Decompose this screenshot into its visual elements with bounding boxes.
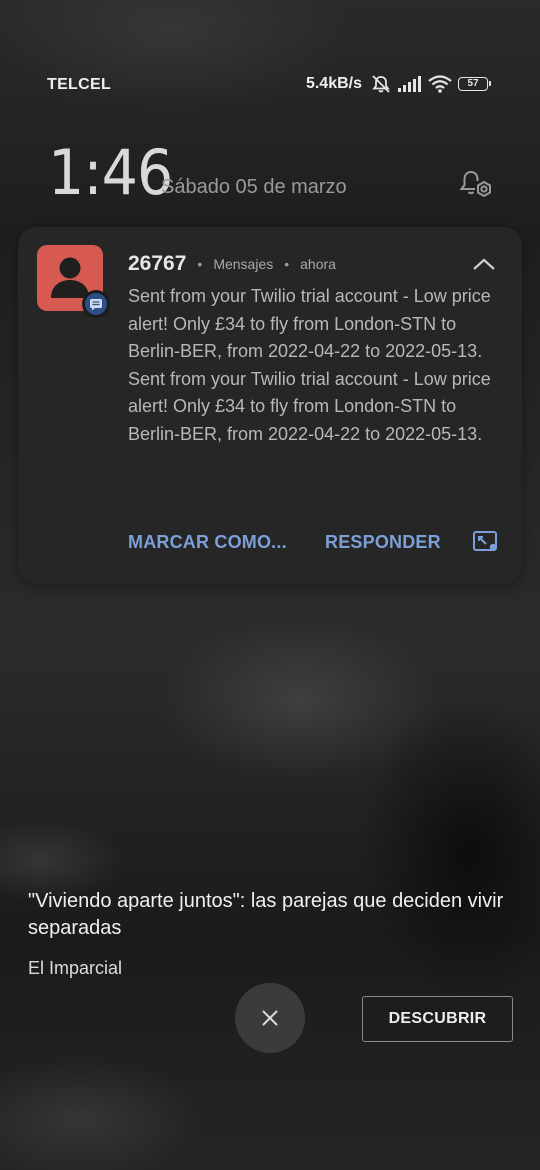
bell-gear-icon[interactable] [458, 168, 494, 207]
message-body: Sent from your Twilio trial account - Lo… [128, 283, 498, 448]
chevron-up-icon[interactable] [472, 257, 496, 276]
app-name: Mensajes [213, 256, 274, 272]
message-notification-card[interactable]: 26767 • Mensajes • ahora Sent from your … [18, 227, 522, 584]
wifi-icon [428, 75, 452, 93]
reply-button[interactable]: RESPONDER [325, 532, 441, 553]
open-in-window-icon[interactable] [472, 530, 500, 559]
message-text: Sent from your Twilio trial account - Lo… [128, 286, 491, 361]
notification-header: 26767 • Mensajes • ahora [128, 252, 336, 276]
close-button[interactable] [235, 983, 305, 1053]
status-bar: TELCEL 5.4kB/s 57 [0, 74, 540, 98]
discover-button[interactable]: DESCUBRIR [362, 996, 513, 1042]
carrier-name: TELCEL [47, 76, 112, 93]
separator-dot: • [284, 256, 290, 272]
battery-icon: 57 [458, 77, 491, 91]
separator-dot: • [197, 256, 203, 272]
mute-vibrate-icon [370, 74, 392, 94]
news-source: El Imparcial [28, 958, 123, 978]
notification-time: ahora [300, 256, 336, 272]
status-indicators: 5.4kB/s 57 [305, 74, 491, 94]
lockscreen-date: Sábado 05 de marzo [161, 176, 347, 198]
signal-icon [398, 76, 422, 92]
message-text: Sent from your Twilio trial account - Lo… [128, 368, 491, 444]
news-headline[interactable]: "Viviendo aparte juntos": las parejas qu… [28, 888, 518, 942]
notification-actions: MARCAR COMO... RESPONDER [128, 530, 508, 559]
message-icon [90, 298, 102, 310]
network-speed: 5.4kB/s [305, 75, 362, 92]
mark-as-read-button[interactable]: MARCAR COMO... [128, 532, 287, 553]
lockscreen-time: 1:46 [48, 136, 173, 209]
sender-name: 26767 [128, 252, 187, 275]
close-icon [262, 1010, 278, 1026]
messages-app-badge [82, 290, 110, 318]
